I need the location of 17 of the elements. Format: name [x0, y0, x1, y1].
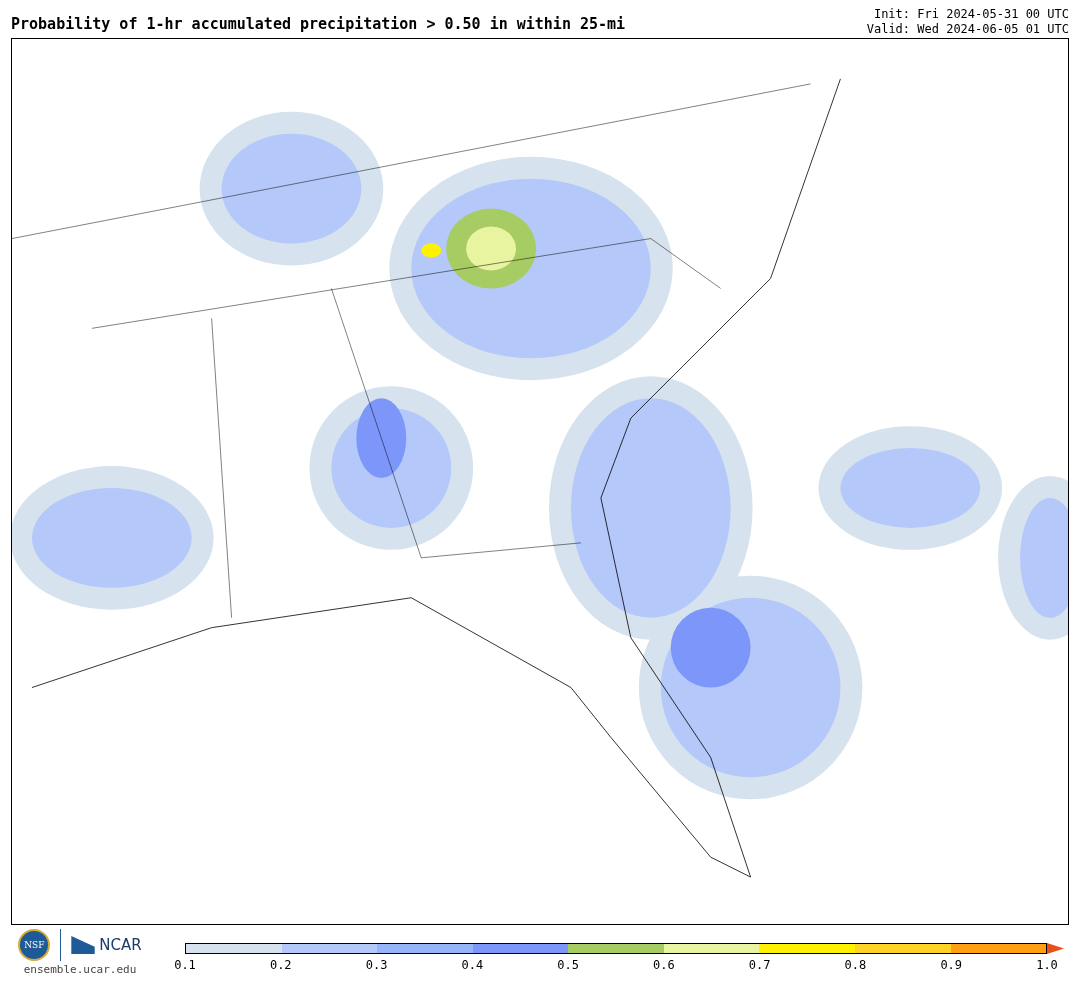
chart-title: Probability of 1-hr accumulated precipitation > 0.50 in within 25-mi	[11, 15, 626, 35]
colorbar-tick-label: 0.7	[748, 958, 771, 972]
init-time: Init: Fri 2024-05-31 00 UTC	[873, 7, 1069, 22]
valid-time: Valid: Wed 2024-06-05 01 UTC	[866, 22, 1069, 37]
colorbar-tick-label: 0.1	[174, 958, 196, 972]
colorbar-tick-label: 0.4	[461, 958, 484, 972]
colorbar-tick-label: 1.0	[1036, 958, 1058, 972]
colorbar-tick-label: 0.2	[269, 958, 292, 972]
colorbar-tick-label: 0.6	[653, 958, 675, 972]
colorbar-tick-label: 0.3	[365, 958, 388, 972]
colorbar-tick-label: 0.8	[844, 958, 867, 972]
colorbar-tick-label: 0.5	[557, 958, 579, 972]
nsf-logo: NSF	[18, 929, 51, 961]
ncar-logo-icon	[71, 936, 96, 954]
site-url: ensemble.ucar.edu	[23, 963, 137, 976]
colorbar-tick-label: 0.9	[940, 958, 963, 972]
ncar-logo: NCAR	[99, 936, 142, 954]
